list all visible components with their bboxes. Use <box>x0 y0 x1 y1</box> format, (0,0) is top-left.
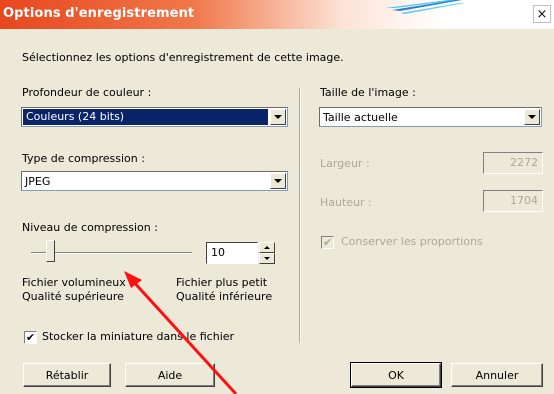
width-input[interactable]: 2272 <box>483 152 543 174</box>
compression-slider-thumb[interactable] <box>46 240 56 262</box>
slider-right-text-1: Fichier plus petit <box>176 276 268 289</box>
column-divider <box>299 88 301 343</box>
spin-down-button[interactable] <box>259 253 275 264</box>
close-button[interactable]: × <box>533 5 551 23</box>
reset-button[interactable]: Rétablir <box>23 363 111 387</box>
compression-type-select[interactable]: JPEG <box>21 171 288 191</box>
image-size-select[interactable]: Taille actuelle <box>319 107 542 127</box>
help-button[interactable]: Aide <box>125 363 215 387</box>
compression-level-label: Niveau de compression : <box>22 221 158 234</box>
cancel-button[interactable]: Annuler <box>451 363 543 387</box>
compression-type-label: Type de compression : <box>22 152 145 165</box>
image-size-label: Taille de l'image : <box>320 86 416 99</box>
image-size-value: Taille actuelle <box>323 111 398 124</box>
arrow-up-icon <box>264 246 270 249</box>
intro-text: Sélectionnez les options d'enregistremen… <box>22 51 344 64</box>
keep-ratio-label: Conserver les proportions <box>341 235 483 248</box>
color-depth-select[interactable]: Couleurs (24 bits) <box>21 107 288 127</box>
width-label: Largeur : <box>320 157 370 170</box>
thumbnail-label[interactable]: Stocker la miniature dans le fichier <box>42 330 234 343</box>
color-depth-label: Profondeur de couleur : <box>22 86 152 99</box>
close-icon: × <box>536 6 548 22</box>
slider-left-text-2: Qualité supérieure <box>22 290 124 303</box>
ok-button[interactable]: OK <box>350 362 442 388</box>
chevron-down-icon[interactable] <box>270 173 286 189</box>
height-label: Hauteur : <box>320 196 372 209</box>
color-depth-value: Couleurs (24 bits) <box>23 109 268 125</box>
compression-level-spinner[interactable] <box>259 242 275 264</box>
keep-ratio-checkbox[interactable]: ✔ <box>321 236 334 249</box>
slider-left-text-1: Fichier volumineux <box>22 276 126 289</box>
height-input[interactable]: 1704 <box>483 190 543 212</box>
save-options-dialog: Options d'enregistrement × Sélectionnez … <box>0 0 554 394</box>
compression-level-input[interactable]: 10 <box>206 242 258 264</box>
arrow-down-icon <box>264 257 270 260</box>
thumbnail-checkbox[interactable]: ✔ <box>24 331 37 344</box>
chevron-down-icon[interactable] <box>524 109 540 125</box>
slider-right-text-2: Qualité inférieure <box>176 290 273 303</box>
title-bar[interactable]: Options d'enregistrement × <box>0 0 554 29</box>
compression-type-value: JPEG <box>25 175 51 188</box>
dialog-title: Options d'enregistrement <box>3 6 195 21</box>
chevron-down-icon[interactable] <box>270 109 286 125</box>
spin-up-button[interactable] <box>259 242 275 253</box>
